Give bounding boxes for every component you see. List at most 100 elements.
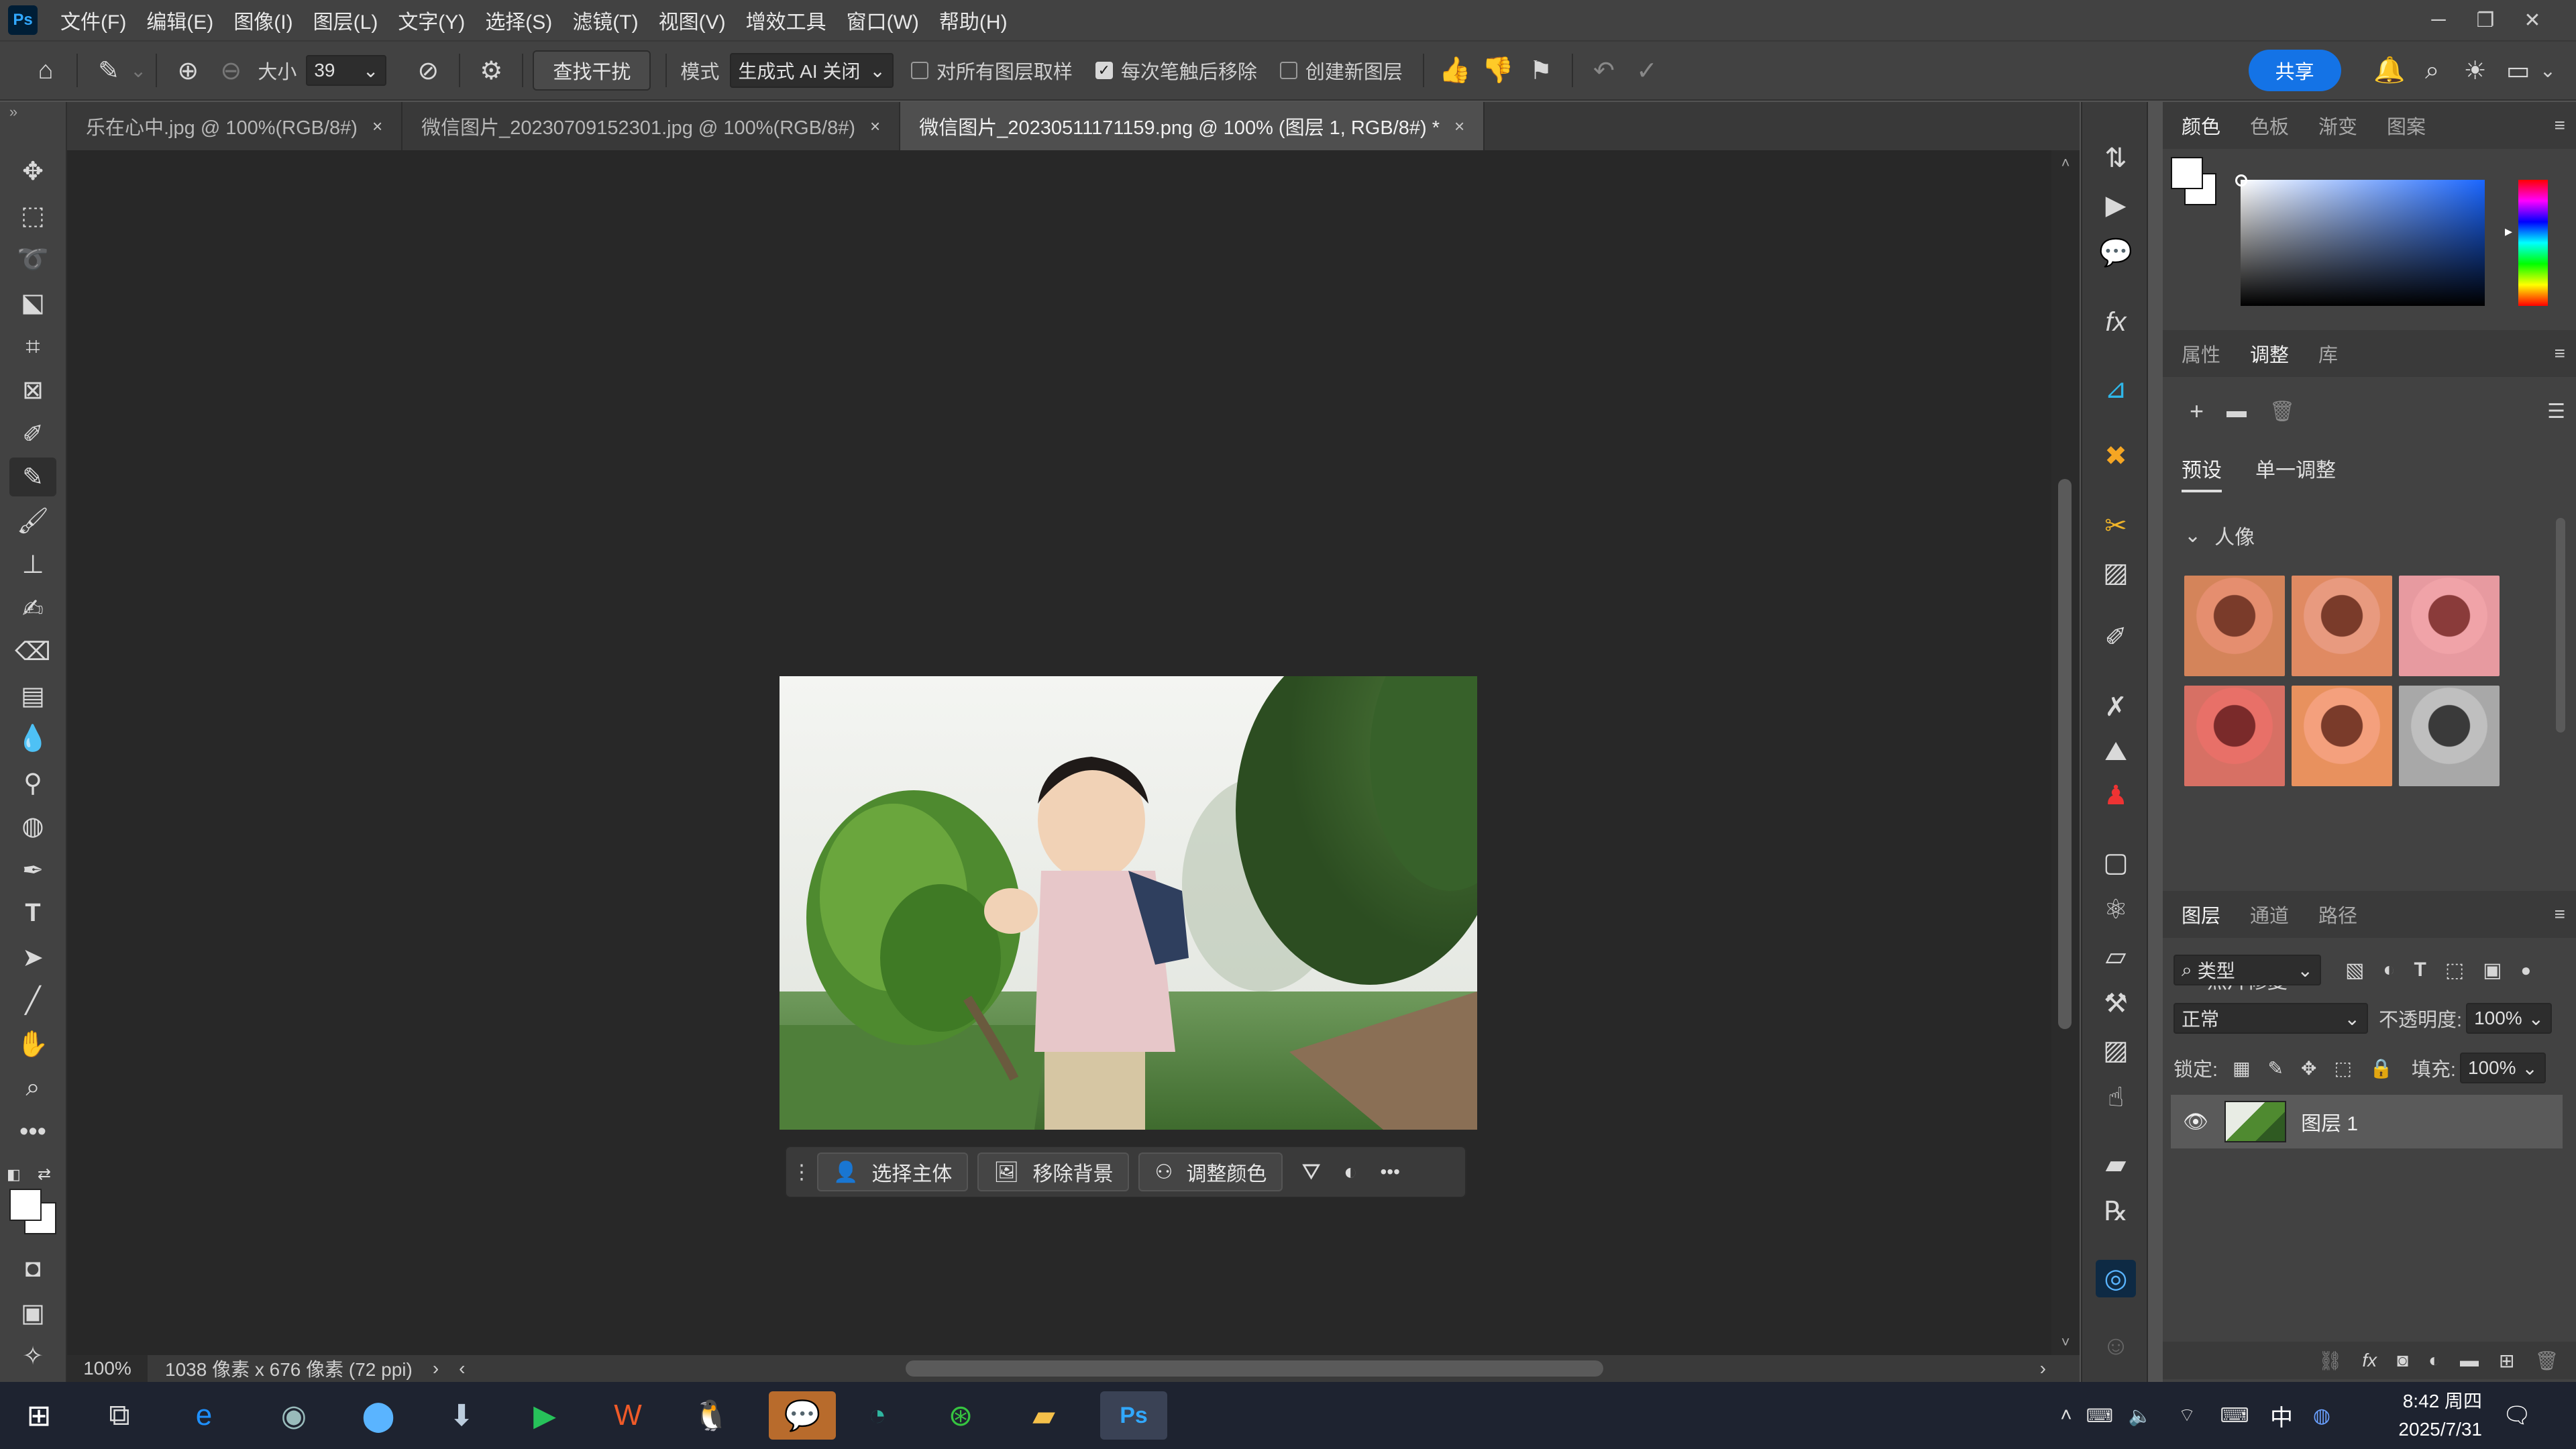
tool-preset-chevron-icon[interactable]: ⌄ (130, 59, 146, 83)
panel-menu-icon[interactable]: ≡ (2555, 904, 2565, 925)
menu-item[interactable]: 滤镜(T) (572, 5, 638, 35)
menu-item[interactable]: 编辑(E) (146, 5, 213, 35)
select-subject-button[interactable]: 👤 选择主体 (817, 1152, 969, 1191)
tab-layers[interactable]: 图层 (2182, 900, 2220, 928)
image-plugin-icon[interactable]: ▨ (2096, 554, 2136, 592)
tab-document-2[interactable]: 微信图片_20230709152301.jpg @ 100%(RGB/8#) × (402, 102, 901, 150)
start-windows-icon[interactable]: ⊞ (13, 1391, 64, 1440)
lock-all-icon[interactable]: 🔒 (2369, 1057, 2393, 1079)
adjust-scrollbar[interactable] (2556, 518, 2565, 733)
thumbs-up-icon[interactable]: 👍 (1434, 56, 1477, 85)
search-icon[interactable]: ⌕ (2411, 56, 2454, 85)
comments-icon[interactable]: 💬 (2096, 233, 2136, 271)
edge-legacy-icon[interactable]: e (178, 1391, 229, 1440)
browser-icon[interactable]: ⊛ (935, 1391, 986, 1440)
flag-icon[interactable]: ⚑ (1519, 56, 1562, 86)
file-explorer-icon[interactable]: ▰ (1018, 1391, 1069, 1440)
layer-style-fx-icon[interactable]: fx (2362, 1350, 2377, 1371)
volume-icon[interactable]: 🔈 (2127, 1391, 2153, 1440)
workspace-layout-icon[interactable]: ▭ (2497, 56, 2540, 86)
clone-stamp-tool-icon[interactable]: ⊥ (9, 545, 56, 584)
monitor-plugin-icon[interactable]: ▱ (2096, 938, 2136, 975)
styles-fx-icon[interactable]: fx (2096, 303, 2136, 341)
menu-item[interactable]: 图层(L) (313, 5, 378, 35)
preset-thumbnail[interactable] (2184, 686, 2285, 786)
more-tools-icon[interactable]: ••• (9, 1112, 56, 1151)
face-plugin-icon[interactable]: ☺ (2096, 1327, 2136, 1364)
x-mark-icon[interactable]: ✗ (2096, 688, 2136, 726)
link-layers-icon[interactable]: ⛓ (2318, 1350, 2343, 1372)
screen-mode-icon[interactable]: ▣ (9, 1293, 56, 1332)
section-portrait[interactable]: ⌄ 人像 (2184, 521, 2255, 550)
adjust-color-button[interactable]: ⚇ 调整颜色 (1138, 1152, 1283, 1191)
preset-thumbnail[interactable] (2292, 576, 2392, 676)
lock-position-icon[interactable]: ✥ (2301, 1057, 2316, 1079)
eyedropper-tool-icon[interactable]: ✐ (9, 415, 56, 453)
document-info[interactable]: 1038 像素 x 676 像素 (72 ppi) (165, 1355, 413, 1382)
tab-adjustments[interactable]: 调整 (2250, 339, 2289, 368)
tab-channels[interactable]: 通道 (2250, 900, 2289, 928)
type-tool-icon[interactable]: T (9, 894, 56, 932)
x-plugin-icon[interactable]: ✖ (2096, 437, 2136, 475)
mode-dropdown-icon[interactable]: ⌄ (869, 60, 885, 82)
workspace-chevron-icon[interactable]: ⌄ (2540, 59, 2556, 83)
lock-image-icon[interactable]: ✎ (2268, 1057, 2284, 1079)
blend-mode-select[interactable]: 正常 ⌄ (2174, 1003, 2368, 1034)
lock-transparent-icon[interactable]: ▦ (2233, 1057, 2250, 1079)
add-mask-icon[interactable]: ◙ (2397, 1350, 2408, 1371)
preset-thumbnail[interactable] (2399, 686, 2500, 786)
menu-item[interactable]: 图像(I) (233, 5, 292, 35)
tab-properties[interactable]: 属性 (2182, 339, 2220, 368)
eraser-tool-icon[interactable]: ⌫ (9, 632, 56, 671)
filter-adjustment-icon[interactable]: ◐ (2383, 959, 2395, 981)
menu-item[interactable]: 选择(S) (485, 5, 552, 35)
panel-menu-icon[interactable]: ≡ (2555, 115, 2565, 136)
ime-indicator[interactable]: 中 (2265, 1391, 2298, 1440)
color-field[interactable] (2241, 180, 2485, 306)
menu-item[interactable]: 增效工具 (746, 5, 826, 35)
size-dropdown-icon[interactable]: ⌄ (363, 60, 378, 82)
menu-item[interactable]: 文件(F) (60, 5, 126, 35)
filter-pixel-icon[interactable]: ▧ (2345, 959, 2364, 982)
tab-color[interactable]: 颜色 (2182, 111, 2220, 140)
quick-mask-icon[interactable]: ◘ (9, 1249, 56, 1288)
wifi-icon[interactable]: ⌔ (2174, 1391, 2200, 1440)
visibility-eye-icon[interactable]: 👁 (2183, 1110, 2208, 1134)
history-icon[interactable]: ⇅ (2096, 140, 2136, 177)
vertical-scrollbar[interactable]: ˄ ˅ (2051, 150, 2080, 1355)
video-app-icon[interactable]: ▶ (519, 1391, 570, 1440)
crop-tool-icon[interactable]: ⌗ (9, 327, 56, 366)
tab-gradients[interactable]: 渐变 (2318, 111, 2357, 140)
move-tool-icon[interactable]: ✥ (9, 152, 56, 191)
preset-thumbnail[interactable] (2184, 576, 2285, 676)
foreground-swatch[interactable] (2171, 157, 2203, 189)
app-icon[interactable]: ◉ (268, 1391, 319, 1440)
delete-layer-icon[interactable]: 🗑 (2534, 1350, 2559, 1372)
remove-after-stroke-box[interactable]: ✓ (1095, 62, 1113, 79)
tab-libraries[interactable]: 库 (2318, 339, 2338, 368)
find-distractions-button[interactable]: 查找干扰 (533, 50, 651, 91)
close-tab-icon[interactable]: × (870, 116, 880, 137)
status-expand-icon[interactable]: › (433, 1358, 439, 1379)
app-icon[interactable]: ⬇ (436, 1391, 487, 1440)
frame-plugin-icon[interactable]: ▢ (2096, 844, 2136, 881)
line-tool-icon[interactable]: ╱ (9, 981, 56, 1020)
app-icon[interactable]: ⬤ (353, 1391, 404, 1440)
spot-healing-brush-icon[interactable]: ✎ (87, 56, 130, 86)
horizontal-scroll-right-icon[interactable]: › (2040, 1358, 2046, 1379)
tray-chevron-icon[interactable]: ˄ (2053, 1391, 2080, 1440)
discover-lightbulb-icon[interactable]: ☀ (2454, 56, 2497, 86)
share-button[interactable]: 共享 (2248, 50, 2341, 91)
subtract-mode-icon[interactable]: ⊖ (209, 56, 252, 86)
notification-bell-icon[interactable]: 🔔 (2368, 56, 2411, 85)
remove-background-button[interactable]: 🖼 移除背景 (977, 1152, 1130, 1191)
hand-tool-icon[interactable]: ✋ (9, 1025, 56, 1064)
add-mode-icon[interactable]: ⊕ (166, 56, 209, 86)
keyboard-icon[interactable]: ⌨ (2211, 1391, 2258, 1440)
edge-icon[interactable]: ◔ (852, 1391, 903, 1440)
generative-fill-icon[interactable]: ✧ (9, 1336, 56, 1375)
filter-smart-object-icon[interactable]: ▣ (2483, 959, 2502, 982)
horizontal-scroll-left-icon[interactable]: ‹ (459, 1358, 465, 1379)
create-new-layer-box[interactable] (1279, 62, 1297, 79)
scroll-down-icon[interactable]: ˅ (2051, 1334, 2080, 1351)
